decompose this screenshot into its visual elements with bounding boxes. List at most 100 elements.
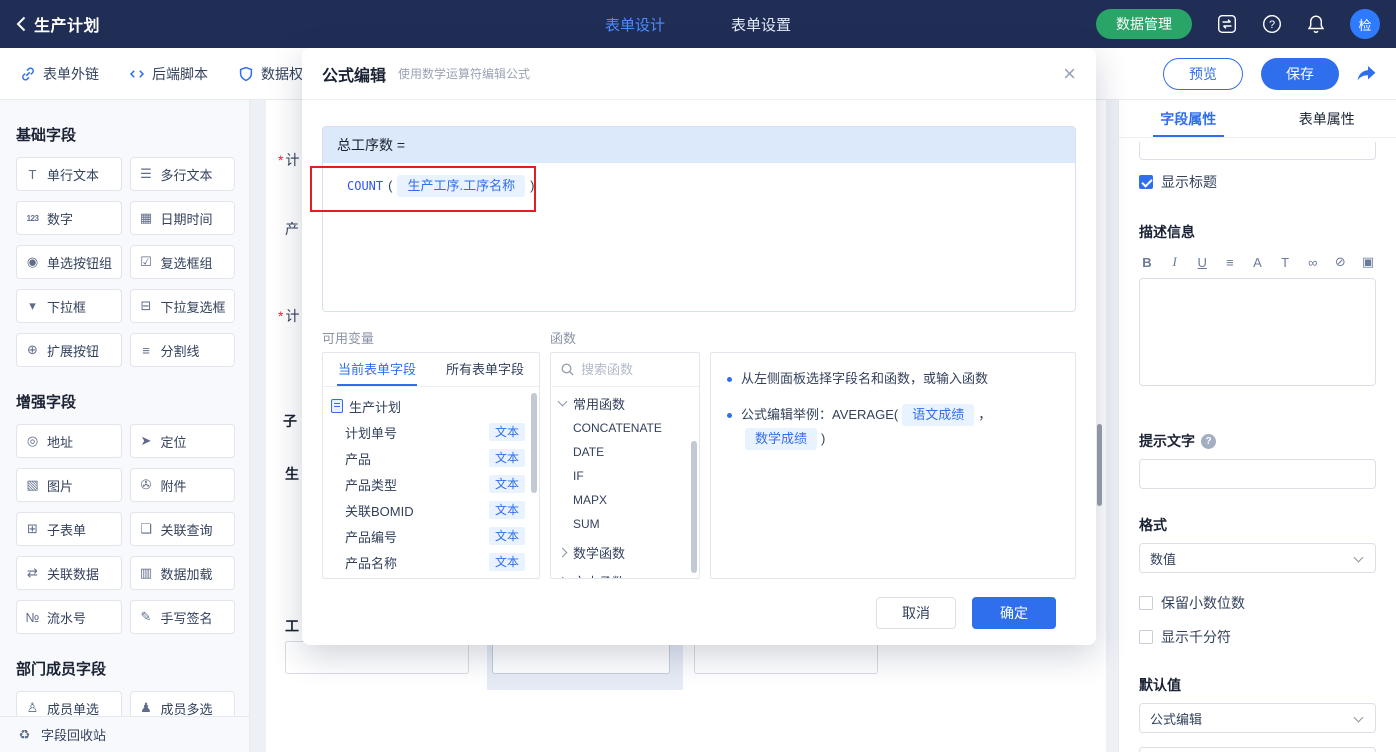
function-item[interactable]: MAPX [551, 488, 699, 512]
insert-image-icon[interactable]: ▣ [1360, 254, 1376, 270]
format-select[interactable]: 数值 [1139, 543, 1376, 573]
align-icon[interactable]: ≡ [1222, 255, 1238, 270]
field-item-radio-group[interactable]: ◉ 单选按钮组 [16, 245, 122, 279]
modal-header: 公式编辑 使用数学运算符编辑公式 × [302, 48, 1096, 100]
field-item-number[interactable]: 123 数字 [16, 201, 122, 235]
field-item-signature[interactable]: ✎ 手写签名 [129, 600, 235, 634]
title-input-partial[interactable] [1139, 142, 1376, 160]
italic-icon[interactable]: I [1167, 254, 1183, 270]
variable-row[interactable]: 关联BOMID 文本 [323, 497, 539, 523]
field-item-multi-line-text[interactable]: ☰ 多行文本 [129, 157, 235, 191]
canvas-input[interactable] [492, 641, 670, 674]
member-multi-icon: ♟ [140, 700, 152, 715]
function-group-common[interactable]: 常用函数 [551, 390, 699, 416]
field-item-location[interactable]: ➤ 定位 [129, 424, 235, 458]
switch-app-icon[interactable] [1217, 14, 1237, 34]
avatar[interactable]: 检 [1350, 9, 1380, 39]
variable-row[interactable]: 产品编号 文本 [323, 523, 539, 549]
tab-field-properties[interactable]: 字段属性 [1119, 100, 1258, 137]
formula-expression[interactable]: COUNT ( 生产工序.工序名称 ) [333, 175, 539, 197]
help-icon[interactable]: ? [1262, 14, 1282, 34]
field-item-divider[interactable]: ≡ 分割线 [129, 333, 235, 367]
function-search-input[interactable] [581, 362, 671, 377]
preview-button[interactable]: 预览 [1163, 57, 1243, 90]
share-icon[interactable] [1357, 65, 1376, 82]
modal-body: 总工序数 = COUNT ( 生产工序.工序名称 ) 可用变量 函数 当前表单字… [302, 100, 1096, 629]
field-item-related-query[interactable]: ❏ 关联查询 [129, 512, 235, 546]
variable-row[interactable]: 产品 文本 [323, 445, 539, 471]
field-item-dropdown[interactable]: ▾ 下拉框 [16, 289, 122, 323]
field-item-image[interactable]: ▧ 图片 [16, 468, 122, 502]
function-item[interactable]: DATE [551, 440, 699, 464]
function-item[interactable]: CONCATENATE [551, 416, 699, 440]
tab-form-settings[interactable]: 表单设置 [731, 14, 791, 35]
field-label-fragment: 产 [285, 221, 299, 237]
hint-text-input[interactable] [1139, 459, 1376, 489]
variable-row[interactable]: 产品名称 文本 [323, 549, 539, 575]
font-size-icon[interactable]: T [1277, 255, 1293, 270]
edit-formula-button[interactable]: ƒx 编辑公式 [1139, 747, 1376, 752]
field-item-serial-number[interactable]: № 流水号 [16, 600, 122, 634]
thousands-checkbox[interactable]: 显示千分符 [1139, 627, 1376, 647]
show-title-checkbox[interactable]: 显示标题 [1139, 172, 1376, 192]
function-group-math[interactable]: 数学函数 [551, 539, 699, 565]
canvas-input[interactable] [285, 641, 469, 674]
field-item-checkbox-group[interactable]: ☑ 复选框组 [129, 245, 235, 279]
canvas-input[interactable] [694, 641, 878, 674]
field-item-attachment[interactable]: ✇ 附件 [129, 468, 235, 502]
field-item-subform[interactable]: ⊞ 子表单 [16, 512, 122, 546]
save-button[interactable]: 保存 [1261, 57, 1339, 90]
variable-row[interactable]: 计划单号 文本 [323, 419, 539, 445]
field-token-pill[interactable]: 生产工序.工序名称 [397, 175, 526, 197]
field-recycle-bin[interactable]: ♻ 字段回收站 [0, 716, 249, 752]
description-textarea[interactable] [1139, 278, 1376, 386]
tab-form-properties[interactable]: 表单属性 [1258, 100, 1396, 137]
function-name-token[interactable]: COUNT [347, 175, 383, 197]
field-label-fragment: * 计 [278, 308, 300, 324]
functions-scrollbar[interactable] [691, 441, 697, 573]
type-tag: 文本 [488, 553, 525, 571]
close-icon[interactable]: × [1063, 62, 1076, 84]
bell-icon[interactable] [1307, 14, 1325, 34]
field-item-address[interactable]: ◎ 地址 [16, 424, 122, 458]
chevron-down-icon [557, 396, 568, 406]
decimal-checkbox[interactable]: 保留小数位数 [1139, 593, 1376, 613]
variables-scrollbar[interactable] [531, 393, 537, 493]
field-item-extend-button[interactable]: ⊕ 扩展按钮 [16, 333, 122, 367]
tab-all-form-fields[interactable]: 所有表单字段 [431, 353, 539, 386]
tree-root-form[interactable]: 生产计划 [323, 393, 539, 419]
calendar-icon: ▦ [139, 210, 153, 225]
cancel-button[interactable]: 取消 [876, 597, 956, 629]
modal-panels: 当前表单字段 所有表单字段 生产计划 计划单号 文本 产品 文本 产品类型 文本 关联… [322, 352, 1076, 579]
code-icon [129, 69, 145, 78]
field-item-related-data[interactable]: ⇄ 关联数据 [16, 556, 122, 590]
data-manage-button[interactable]: 数据管理 [1096, 9, 1192, 39]
function-item[interactable]: SUM [551, 512, 699, 536]
backend-script-button[interactable]: 后端脚本 [129, 64, 208, 84]
form-external-link-button[interactable]: 表单外链 [20, 64, 99, 84]
basic-fields-grid: T 单行文本 ☰ 多行文本 123 数字 ▦ 日期时间 ◉ 单选按钮组 ☑ 复选框组 ▾ 下拉… [16, 157, 235, 367]
field-item-single-line-text[interactable]: T 单行文本 [16, 157, 122, 191]
unlink-icon[interactable]: ⊘ [1332, 254, 1348, 270]
function-group-text[interactable]: 文本函数 [551, 568, 699, 578]
hint-help-icon[interactable]: ? [1201, 433, 1216, 449]
tab-form-design[interactable]: 表单设计 [605, 14, 665, 35]
bold-icon[interactable]: B [1139, 255, 1155, 270]
variable-row[interactable]: 产品类型 文本 [323, 471, 539, 497]
font-color-icon[interactable]: A [1250, 255, 1266, 270]
field-item-dropdown-multi[interactable]: ⊟ 下拉复选框 [129, 289, 235, 323]
canvas-scrollbar[interactable] [1097, 424, 1102, 506]
description-label: 描述信息 [1139, 224, 1195, 240]
back-button[interactable] [16, 16, 26, 32]
link-icon[interactable]: ∞ [1305, 255, 1321, 270]
field-item-datetime[interactable]: ▦ 日期时间 [129, 201, 235, 235]
field-item-data-load[interactable]: ▥ 数据加载 [129, 556, 235, 590]
default-value-select[interactable]: 公式编辑 [1139, 703, 1376, 733]
data-permission-button[interactable]: 数据权 [238, 64, 303, 84]
formula-editor-area[interactable]: COUNT ( 生产工序.工序名称 ) [323, 163, 1075, 311]
underline-icon[interactable]: U [1194, 255, 1210, 270]
confirm-button[interactable]: 确定 [972, 597, 1056, 629]
function-item[interactable]: IF [551, 464, 699, 488]
type-tag: 文本 [488, 449, 525, 467]
tab-current-form-fields[interactable]: 当前表单字段 [323, 353, 431, 386]
